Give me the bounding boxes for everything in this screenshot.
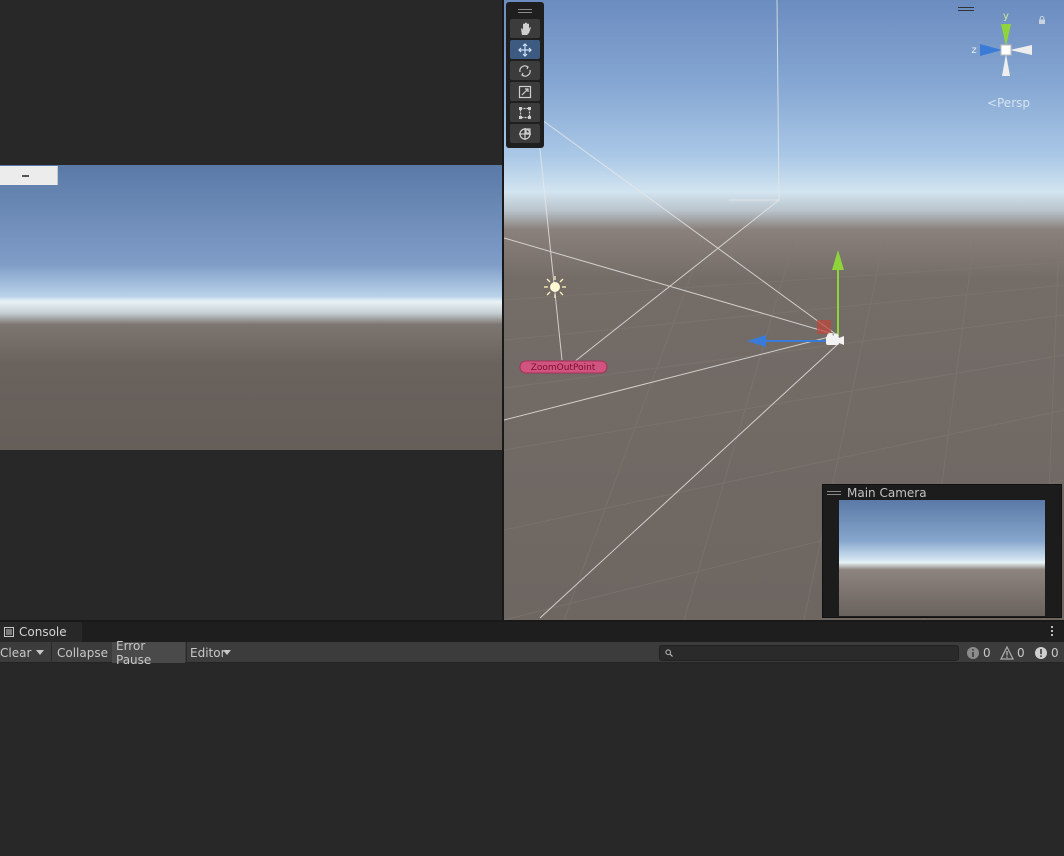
- directional-light-icon[interactable]: [544, 276, 566, 298]
- collapse-button[interactable]: Collapse: [51, 642, 111, 663]
- console-icon: [4, 627, 14, 637]
- error-filter-toggle[interactable]: 0: [1034, 643, 1059, 662]
- warning-icon: [1000, 645, 1014, 660]
- object-label-text: ZoomOutPoint: [531, 363, 596, 373]
- clear-button[interactable]: Clear: [0, 642, 50, 663]
- z-axis-arrow: [747, 335, 766, 347]
- projection-label: Persp: [997, 96, 1030, 110]
- tool-palette: [506, 2, 544, 148]
- move-gizmo[interactable]: [747, 250, 844, 347]
- log-count: 0: [983, 645, 991, 660]
- console-search-input[interactable]: [659, 645, 959, 661]
- error-count: 0: [1051, 645, 1059, 660]
- gizmo-z-label: z: [971, 45, 976, 56]
- unity-editor: ZoomOutPoint y z <Persp Main Camera Cons…: [0, 0, 1064, 856]
- y-axis-arrow: [832, 250, 844, 270]
- tool-palette-grip[interactable]: [510, 5, 540, 17]
- console-log-area[interactable]: [0, 665, 1064, 856]
- console-tab-label: Console: [19, 625, 67, 639]
- camera-icon: [826, 333, 844, 345]
- warning-filter-toggle[interactable]: 0: [1000, 643, 1025, 662]
- gizmo-y-label: y: [1003, 11, 1009, 22]
- move-tool-button[interactable]: [510, 40, 540, 59]
- chevron-left-icon: <: [986, 96, 997, 110]
- hand-icon: [521, 22, 531, 35]
- warning-count: 0: [1017, 645, 1025, 660]
- rect-tool-button[interactable]: [510, 103, 540, 122]
- rotate-icon: [519, 64, 531, 77]
- camera-preview-grip[interactable]: [827, 490, 841, 495]
- hand-tool-button[interactable]: [510, 19, 540, 38]
- camera-frustum-lines: [504, 0, 838, 619]
- editor-dropdown[interactable]: Editor: [186, 642, 235, 663]
- camera-preview-render: [839, 500, 1045, 616]
- transform-tool-button[interactable]: [510, 124, 540, 143]
- projection-toggle[interactable]: <Persp: [987, 96, 1030, 110]
- log-filter-toggle[interactable]: 0: [966, 643, 991, 662]
- camera-preview-overlay[interactable]: Main Camera: [822, 484, 1062, 618]
- rect-icon: [519, 106, 531, 119]
- game-view[interactable]: [0, 0, 502, 620]
- game-view-overlay-chip: [0, 166, 58, 185]
- camera-preview-title-bar[interactable]: Main Camera: [823, 485, 1061, 500]
- tab-console[interactable]: Console: [0, 622, 82, 642]
- console-toolbar: Clear Collapse Error Pause Editor 0 0 0: [0, 639, 1064, 667]
- more-options-icon[interactable]: [1051, 626, 1054, 636]
- camera-preview-title: Main Camera: [847, 485, 927, 500]
- transform-icon: [519, 127, 531, 140]
- console-panel: Console Clear Collapse Error Pause Edito…: [0, 620, 1064, 856]
- plane-handle: [817, 320, 831, 334]
- info-icon: [967, 646, 979, 659]
- scale-icon: [518, 85, 532, 98]
- search-icon: [665, 649, 673, 657]
- game-render-output: [0, 165, 502, 450]
- rotate-tool-button[interactable]: [510, 61, 540, 80]
- move-icon: [518, 42, 532, 57]
- error-pause-button[interactable]: Error Pause: [112, 639, 185, 667]
- error-icon: [1035, 646, 1047, 659]
- scale-tool-button[interactable]: [510, 82, 540, 101]
- object-label-pill[interactable]: ZoomOutPoint: [519, 360, 608, 374]
- orientation-gizmo[interactable]: y z: [966, 10, 1046, 90]
- scene-view[interactable]: ZoomOutPoint y z <Persp Main Camera: [504, 0, 1064, 620]
